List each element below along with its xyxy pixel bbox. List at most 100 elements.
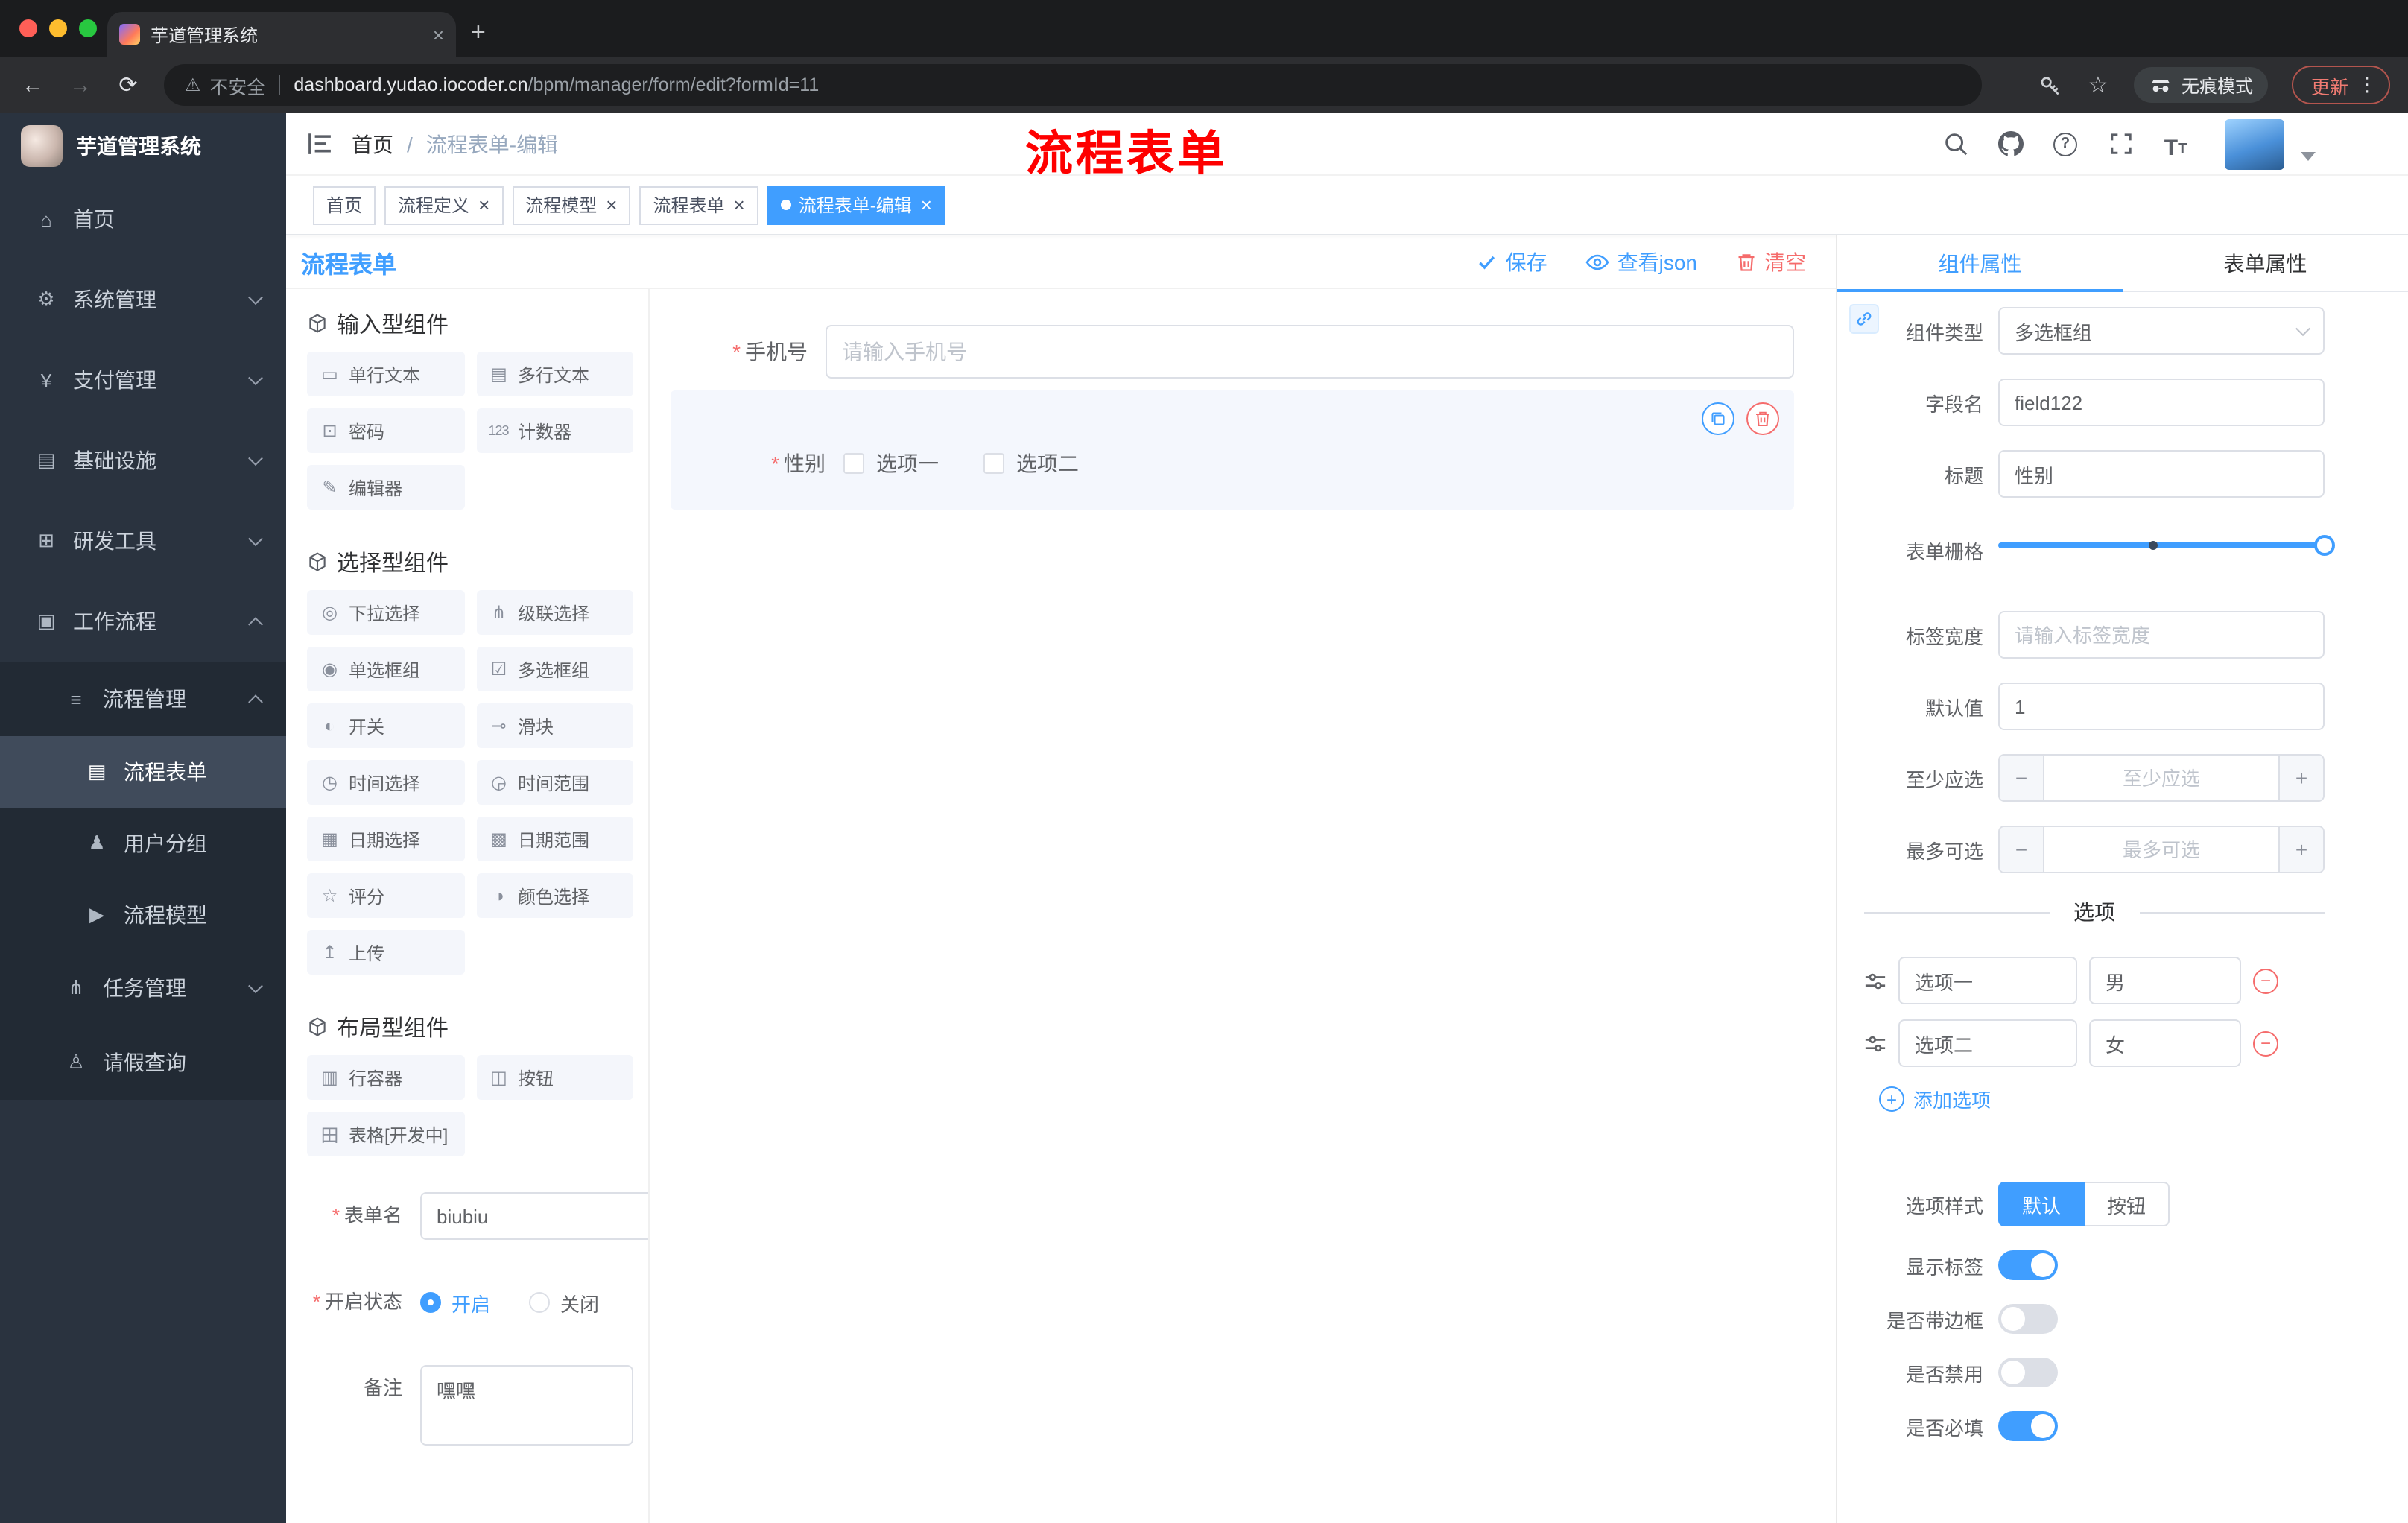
- tag-close-icon[interactable]: ×: [606, 195, 617, 215]
- increase-button[interactable]: +: [2278, 756, 2323, 800]
- tag-close-icon[interactable]: ×: [734, 195, 745, 215]
- default-value-input[interactable]: [1998, 683, 2325, 730]
- style-default-button[interactable]: 默认: [1998, 1182, 2085, 1226]
- palette-item-time-range[interactable]: ◶ 时间范围: [476, 760, 633, 805]
- canvas-field-phone[interactable]: * 手机号: [671, 325, 1794, 379]
- grid-slider[interactable]: [1998, 522, 2335, 569]
- sidebar-item-system-mgmt[interactable]: ⚙ 系统管理: [0, 259, 286, 340]
- show-label-switch[interactable]: [1998, 1250, 2058, 1280]
- new-tab-button[interactable]: +: [471, 18, 486, 48]
- window-minimize-button[interactable]: [49, 19, 67, 37]
- sidebar-item-dev-tools[interactable]: ⊞ 研发工具: [0, 501, 286, 581]
- increase-button[interactable]: +: [2278, 827, 2323, 872]
- tab-form-props[interactable]: 表单属性: [2123, 235, 2408, 291]
- status-off-radio[interactable]: 关闭: [529, 1288, 599, 1317]
- tag-process-form-edit[interactable]: 流程表单-编辑 ×: [767, 186, 945, 224]
- back-button[interactable]: ←: [15, 67, 51, 103]
- window-zoom-button[interactable]: [79, 19, 97, 37]
- password-key-icon[interactable]: [2032, 67, 2068, 103]
- checkbox-option-2[interactable]: 选项二: [983, 449, 1079, 478]
- palette-item-switch[interactable]: ◐ 开关: [307, 703, 464, 748]
- app-logo[interactable]: 芋道管理系统: [0, 113, 286, 179]
- remove-option-button[interactable]: −: [2253, 1030, 2278, 1056]
- bookmark-star-icon[interactable]: ☆: [2080, 67, 2116, 103]
- decrease-button[interactable]: −: [2000, 827, 2044, 872]
- title-input[interactable]: [1998, 450, 2325, 498]
- palette-item-password[interactable]: ⊡ 密码: [307, 408, 464, 453]
- option-2-label-input[interactable]: [1898, 1019, 2077, 1067]
- palette-item-date-range[interactable]: ▩ 日期范围: [476, 817, 633, 861]
- tag-process-model[interactable]: 流程模型 ×: [512, 186, 631, 224]
- form-canvas[interactable]: * 手机号 请输入手机号 * 性别 选项一 选项二: [650, 289, 1836, 1523]
- palette-item-counter[interactable]: 123 计数器: [476, 408, 633, 453]
- checkbox-option-1[interactable]: 选项一: [843, 449, 939, 478]
- sidebar-item-process-mgmt[interactable]: ≡ 流程管理: [0, 662, 286, 736]
- status-on-radio[interactable]: 开启: [420, 1288, 490, 1317]
- palette-item-date-picker[interactable]: ▦ 日期选择: [307, 817, 464, 861]
- avatar-caret-icon[interactable]: [2301, 151, 2316, 160]
- palette-item-editor[interactable]: ✎ 编辑器: [307, 465, 464, 510]
- option-1-value-input[interactable]: [2089, 957, 2241, 1004]
- clear-button[interactable]: 清空: [1736, 247, 1806, 276]
- form-remark-textarea[interactable]: 嘿嘿: [420, 1365, 633, 1446]
- palette-item-row-container[interactable]: ▥ 行容器: [307, 1055, 464, 1100]
- tab-close-icon[interactable]: ×: [433, 23, 444, 45]
- palette-item-slider[interactable]: ⊸ 滑块: [476, 703, 633, 748]
- tag-process-form[interactable]: 流程表单 ×: [639, 186, 758, 224]
- decrease-button[interactable]: −: [2000, 756, 2044, 800]
- label-width-input[interactable]: [1998, 611, 2325, 659]
- min-select-input[interactable]: [2044, 756, 2278, 800]
- phone-input[interactable]: [826, 325, 1794, 379]
- drag-handle-icon[interactable]: [1864, 1032, 1886, 1054]
- search-icon[interactable]: [1940, 129, 1970, 159]
- canvas-field-gender-selected[interactable]: * 性别 选项一 选项二: [671, 390, 1794, 510]
- slider-track[interactable]: [1998, 535, 2335, 556]
- help-icon[interactable]: ?: [2050, 129, 2080, 159]
- sidebar-item-task-mgmt[interactable]: ⋔ 任务管理: [0, 951, 286, 1025]
- sidebar-item-leave-query[interactable]: ♙ 请假查询: [0, 1025, 286, 1100]
- required-switch[interactable]: [1998, 1411, 2058, 1441]
- breadcrumb-home[interactable]: 首页: [352, 129, 393, 159]
- palette-item-radio-group[interactable]: ◉ 单选框组: [307, 647, 464, 691]
- add-option-button[interactable]: + 添加选项: [1879, 1085, 2325, 1113]
- sidebar-item-process-form[interactable]: ▤ 流程表单: [0, 736, 286, 808]
- option-1-label-input[interactable]: [1898, 957, 2077, 1004]
- form-name-input[interactable]: [420, 1192, 648, 1240]
- browser-menu-icon[interactable]: ⋮: [2357, 73, 2377, 97]
- component-type-select[interactable]: 多选框组: [1998, 307, 2325, 355]
- slider-handle[interactable]: [2314, 535, 2335, 556]
- reload-button[interactable]: ⟳: [110, 67, 146, 103]
- palette-item-upload[interactable]: ↥ 上传: [307, 930, 464, 975]
- palette-item-time-picker[interactable]: ◷ 时间选择: [307, 760, 464, 805]
- browser-update-button[interactable]: 更新 ⋮: [2291, 66, 2390, 104]
- palette-item-single-line-text[interactable]: ▭ 单行文本: [307, 352, 464, 396]
- tab-component-props[interactable]: 组件属性: [1837, 235, 2123, 292]
- sidebar-item-user-group[interactable]: ♟ 用户分组: [0, 808, 286, 879]
- max-select-input[interactable]: [2044, 827, 2278, 872]
- disabled-switch[interactable]: [1998, 1358, 2058, 1387]
- address-bar[interactable]: ⚠ 不安全 dashboard.yudao.iocoder.cn/bpm/man…: [164, 64, 1982, 106]
- palette-item-rate[interactable]: ☆ 评分: [307, 873, 464, 918]
- sidebar-item-infrastructure[interactable]: ▤ 基础设施: [0, 420, 286, 501]
- palette-item-button[interactable]: ◫ 按钮: [476, 1055, 633, 1100]
- delete-item-button[interactable]: [1746, 402, 1779, 435]
- tag-close-icon[interactable]: ×: [478, 195, 489, 215]
- field-name-input[interactable]: [1998, 379, 2325, 426]
- palette-item-select[interactable]: ◎ 下拉选择: [307, 590, 464, 635]
- tag-process-definition[interactable]: 流程定义 ×: [384, 186, 504, 224]
- tag-close-icon[interactable]: ×: [921, 195, 932, 215]
- browser-tab[interactable]: 芋道管理系统 ×: [107, 12, 456, 57]
- palette-item-checkbox-group[interactable]: ☑ 多选框组: [476, 647, 633, 691]
- drag-handle-icon[interactable]: [1864, 969, 1886, 992]
- sidebar-item-workflow[interactable]: ▣ 工作流程: [0, 581, 286, 662]
- copy-item-button[interactable]: [1702, 402, 1734, 435]
- sidebar-item-home[interactable]: ⌂ 首页: [0, 179, 286, 259]
- border-switch[interactable]: [1998, 1304, 2058, 1334]
- sidebar-item-process-model[interactable]: ▶ 流程模型: [0, 879, 286, 951]
- github-icon[interactable]: [1995, 129, 2025, 159]
- sidebar-item-payment-mgmt[interactable]: ¥ 支付管理: [0, 340, 286, 420]
- link-badge[interactable]: [1849, 304, 1879, 334]
- fullscreen-icon[interactable]: [2106, 129, 2135, 159]
- font-size-icon[interactable]: TT: [2161, 129, 2190, 159]
- palette-item-color-picker[interactable]: ◑ 颜色选择: [476, 873, 633, 918]
